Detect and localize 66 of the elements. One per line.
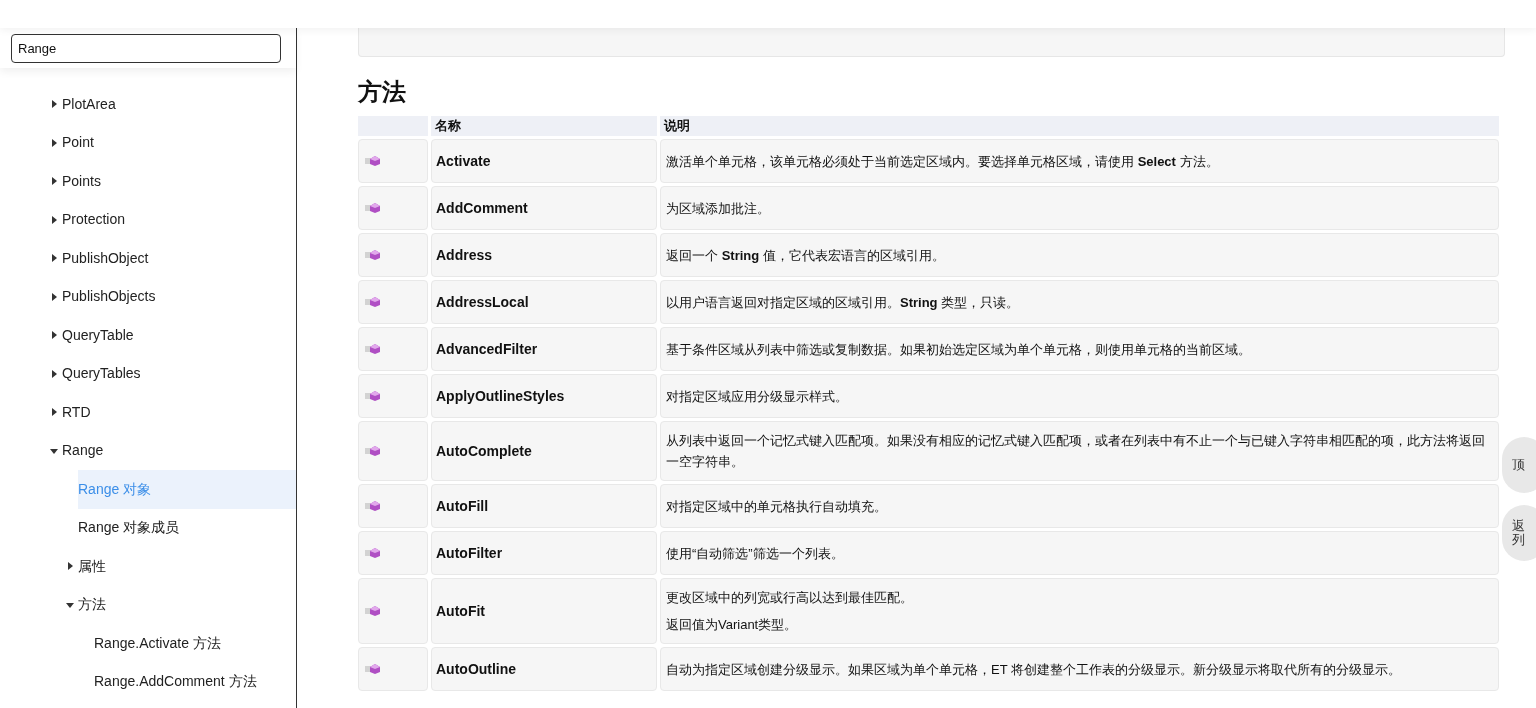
table-cell: 对指定区域中的单元格执行自动填充。 xyxy=(660,484,1499,528)
caret-right-icon[interactable] xyxy=(50,292,58,301)
caret-right-icon[interactable] xyxy=(50,177,58,186)
tree-item[interactable]: Range xyxy=(62,431,296,470)
table-cell: 使用“自动筛选”筛选一个列表。 xyxy=(660,531,1499,575)
table-cell: AddComment xyxy=(431,186,657,230)
table-cell: 为区域添加批注。 xyxy=(660,186,1499,230)
table-cell: 从列表中返回一个记忆式键入匹配项。如果没有相应的记忆式键入匹配项，或者在列表中有不止一个与已键入字符串相匹配的项，此方法将返回一空字符串。 xyxy=(660,421,1499,481)
caret-right-icon[interactable] xyxy=(50,331,58,340)
table-cell: AutoOutline xyxy=(431,647,657,691)
method-icon xyxy=(365,500,381,512)
caret-right-icon[interactable] xyxy=(50,215,58,224)
table-cell: 返回一个 String 值，它代表宏语言的区域引用。 xyxy=(660,233,1499,277)
table-cell: 激活单个单元格，该单元格必须处于当前选定区域内。要选择单元格区域，请使用 Select 方法。 xyxy=(660,139,1499,183)
tree-item[interactable]: Range.Activate 方法 xyxy=(94,624,296,663)
table-cell: AdvancedFilter xyxy=(431,327,657,371)
caret-right-icon[interactable] xyxy=(50,369,58,378)
method-icon xyxy=(365,343,381,355)
table-cell: AutoFill xyxy=(431,484,657,528)
tree-item[interactable]: Range 对象成员 xyxy=(78,508,296,547)
tree-item[interactable]: QueryTable xyxy=(62,316,296,355)
method-icon xyxy=(365,390,381,402)
caret-right-icon[interactable] xyxy=(50,254,58,263)
tree-item[interactable]: QueryTables xyxy=(62,354,296,393)
table-cell: Activate xyxy=(431,139,657,183)
tree-item[interactable]: 方法 xyxy=(78,585,296,624)
method-icon xyxy=(365,155,381,167)
table-cell: 更改区域中的列宽或行高以达到最佳匹配。 返回值为Variant类型。 xyxy=(660,578,1499,644)
caret-right-icon[interactable] xyxy=(66,562,74,571)
tree-item[interactable]: PublishObjects xyxy=(62,277,296,316)
table-cell: 自动为指定区域创建分级显示。如果区域为单个单元格，ET 将创建整个工作表的分级显示。新分级显示将取代所有的分级显示。 xyxy=(660,647,1499,691)
method-icon xyxy=(365,249,381,261)
caret-right-icon[interactable] xyxy=(50,100,58,109)
method-icon xyxy=(365,445,381,457)
tree-item[interactable]: RTD xyxy=(62,393,296,432)
table-cell: 以用户语言返回对指定区域的区域引用。String 类型，只读。 xyxy=(660,280,1499,324)
method-icon xyxy=(365,605,381,617)
caret-right-icon[interactable] xyxy=(50,408,58,417)
tree-item[interactable]: Point xyxy=(62,123,296,162)
table-cell: AutoComplete xyxy=(431,421,657,481)
tree-item[interactable]: PublishObject xyxy=(62,239,296,278)
table-cell: AutoFilter xyxy=(431,531,657,575)
method-icon xyxy=(365,547,381,559)
column-header: 说明 xyxy=(660,116,1499,136)
caret-down-icon[interactable] xyxy=(66,600,74,609)
section-heading: 方法 xyxy=(358,77,407,107)
caret-right-icon[interactable] xyxy=(50,138,58,147)
tree-item[interactable]: PlotArea xyxy=(62,85,296,124)
search-field[interactable]: Range xyxy=(11,34,281,63)
method-icon xyxy=(365,296,381,308)
table-cell: AutoFit xyxy=(431,578,657,644)
float-button[interactable]: 返列 xyxy=(1502,505,1536,561)
table-cell: AddressLocal xyxy=(431,280,657,324)
column-header: 名称 xyxy=(431,116,657,136)
tree-item[interactable]: Points xyxy=(62,162,296,201)
method-icon xyxy=(365,202,381,214)
tree-item[interactable]: 属性 xyxy=(78,547,296,586)
table-cell: ApplyOutlineStyles xyxy=(431,374,657,418)
table-cell: Address xyxy=(431,233,657,277)
method-icon xyxy=(365,663,381,675)
table-cell: 基于条件区域从列表中筛选或复制数据。如果初始选定区域为单个单元格，则使用单元格的当前区域。 xyxy=(660,327,1499,371)
caret-down-icon[interactable] xyxy=(50,446,58,455)
tree-item[interactable]: Range.AddComment 方法 xyxy=(94,662,296,701)
table-cell: 对指定区域应用分级显示样式。 xyxy=(660,374,1499,418)
float-button[interactable]: 顶 xyxy=(1502,437,1536,493)
tree-item[interactable]: Protection xyxy=(62,200,296,239)
